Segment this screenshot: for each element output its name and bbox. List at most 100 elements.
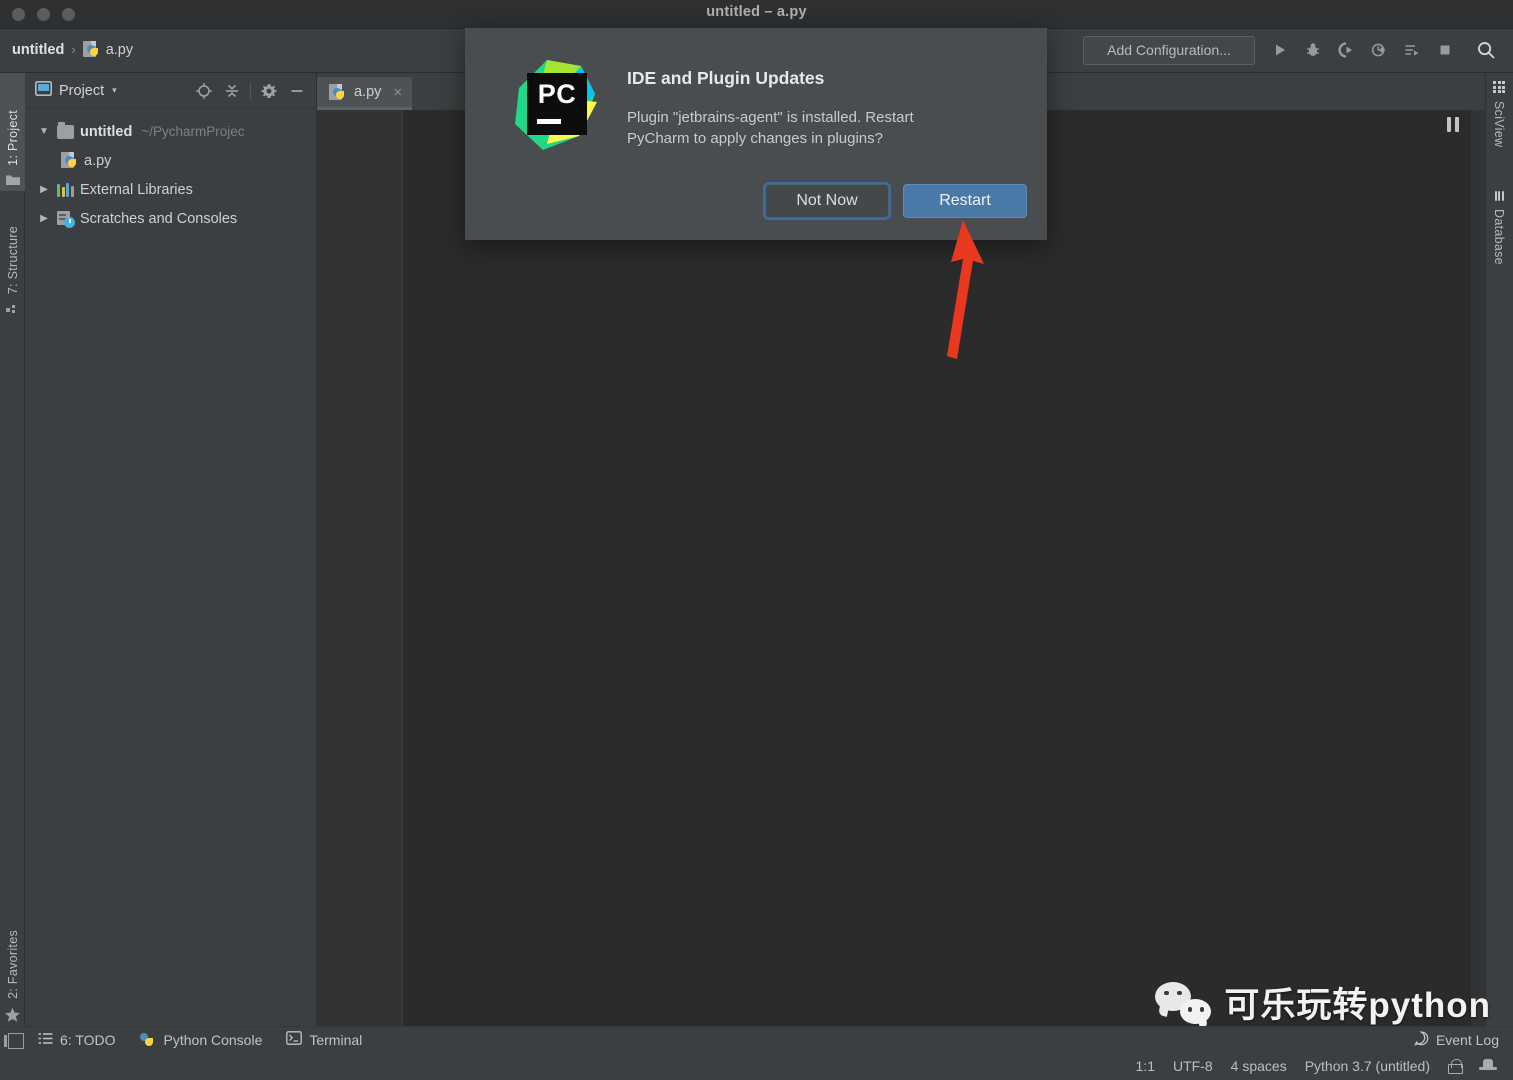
lock-icon[interactable] — [1448, 1058, 1463, 1074]
stop-icon[interactable] — [1430, 35, 1460, 65]
project-panel-header: Project ▾ — [25, 73, 316, 109]
left-tool-window-strip: 1: Project 7: Structure 2: Favorites — [0, 73, 25, 1028]
python-file-icon — [329, 83, 346, 101]
caret-position[interactable]: 1:1 — [1136, 1058, 1155, 1074]
sidebar-item-project-label: 1: Project — [5, 110, 20, 166]
run-tests-icon[interactable] — [1397, 35, 1427, 65]
ide-and-plugin-updates-dialog: PC IDE and Plugin Updates Plugin "jetbra… — [465, 28, 1047, 240]
not-now-button[interactable]: Not Now — [765, 184, 889, 218]
project-tool-window: Project ▾ ▼ untitled ~/PycharmProjec a.p… — [25, 73, 317, 1028]
bottom-tab-python-console[interactable]: Python Console — [139, 1031, 263, 1048]
profile-icon[interactable] — [1364, 35, 1394, 65]
add-configuration-button[interactable]: Add Configuration... — [1083, 35, 1255, 65]
run-with-coverage-icon[interactable] — [1331, 35, 1361, 65]
tree-node-path: ~/PycharmProjec — [141, 124, 245, 139]
sidebar-item-database-label: Database — [1492, 209, 1506, 265]
event-log-label: Event Log — [1435, 1031, 1499, 1048]
tree-node-untitled[interactable]: ▼ untitled ~/PycharmProjec — [31, 117, 316, 146]
collapse-all-icon[interactable] — [219, 78, 245, 104]
locate-target-icon[interactable] — [191, 78, 217, 104]
python-file-icon — [61, 152, 78, 169]
bottom-tab-todo-label: 6: TODO — [60, 1031, 116, 1048]
project-view-icon — [35, 81, 52, 100]
window-title-bar: untitled – a.py — [0, 0, 1513, 29]
tree-node-label: External Libraries — [80, 181, 193, 198]
tree-node-a-py[interactable]: a.py — [31, 146, 316, 175]
dialog-actions: Not Now Restart — [765, 184, 1027, 218]
todo-list-icon — [38, 1032, 53, 1048]
editor-body — [317, 110, 1485, 1028]
bottom-tab-terminal-label: Terminal — [309, 1031, 363, 1048]
pycharm-logo: PC — [507, 58, 603, 154]
dialog-title: IDE and Plugin Updates — [627, 68, 825, 88]
project-tree: ▼ untitled ~/PycharmProjec a.py ▶ Extern… — [25, 109, 316, 233]
sidebar-item-sciview-label: SciView — [1492, 101, 1506, 148]
debug-icon[interactable] — [1298, 35, 1328, 65]
editor-tab-label: a.py — [354, 84, 382, 100]
tree-node-external-libraries[interactable]: ▶ External Libraries — [31, 175, 316, 204]
watermark: 可乐玩转python — [1155, 977, 1491, 1028]
database-icon — [1494, 191, 1504, 201]
breadcrumb-project[interactable]: untitled — [12, 42, 64, 58]
tree-node-label: a.py — [84, 152, 112, 169]
window-title: untitled – a.py — [706, 4, 807, 20]
pycharm-window: untitled – a.py untitled › a.py Add Conf… — [0, 0, 1513, 1080]
grid-icon — [1493, 81, 1505, 93]
sidebar-item-database[interactable]: Database — [1485, 191, 1513, 269]
breadcrumb-separator: › — [71, 42, 76, 57]
sidebar-item-favorites[interactable]: 2: Favorites — [0, 893, 25, 1028]
bottom-tool-window-strip: 6: TODO Python Console Terminal Event Lo… — [0, 1026, 1513, 1052]
close-icon[interactable]: × — [393, 84, 402, 101]
wechat-icon — [1155, 981, 1212, 1024]
indent-setting[interactable]: 4 spaces — [1231, 1058, 1287, 1074]
twisty-icon[interactable]: ▼ — [37, 126, 51, 137]
red-arrow-pointing-to-restart — [947, 220, 984, 359]
run-toolbar-icons — [1265, 35, 1501, 65]
event-log-icon — [1414, 1031, 1429, 1049]
tree-node-label: untitled — [80, 123, 133, 140]
folder-icon — [57, 121, 74, 139]
twisty-icon[interactable]: ▶ — [37, 184, 51, 195]
watermark-text: 可乐玩转python — [1224, 986, 1491, 1025]
bottom-tab-todo[interactable]: 6: TODO — [38, 1032, 116, 1048]
bottom-tab-terminal[interactable]: Terminal — [286, 1031, 362, 1048]
editor-gutter[interactable] — [317, 110, 403, 1028]
sidebar-item-project[interactable]: 1: Project — [0, 73, 25, 191]
breadcrumb: untitled › a.py — [12, 41, 133, 58]
project-panel-title-label: Project — [59, 82, 105, 99]
search-everywhere-icon[interactable] — [1471, 35, 1501, 65]
minimize-icon[interactable] — [284, 78, 310, 104]
tree-node-scratches-and-consoles[interactable]: ▶ Scratches and Consoles — [31, 204, 316, 233]
run-icon[interactable] — [1265, 35, 1295, 65]
gear-icon[interactable] — [256, 78, 282, 104]
python-console-icon — [139, 1032, 157, 1048]
python-file-icon — [82, 41, 100, 58]
editor-scrollbar[interactable] — [1471, 110, 1485, 1028]
structure-icon — [5, 302, 20, 317]
project-panel-title[interactable]: Project ▾ — [35, 81, 117, 100]
sidebar-item-structure[interactable]: 7: Structure — [0, 199, 25, 319]
breadcrumb-file[interactable]: a.py — [82, 41, 133, 58]
chevron-down-icon[interactable]: ▾ — [112, 85, 117, 96]
sidebar-item-structure-label: 7: Structure — [5, 225, 20, 294]
inspection-hat-icon[interactable] — [1479, 1059, 1497, 1073]
bottom-tab-python-console-label: Python Console — [163, 1031, 263, 1048]
right-tool-window-strip: SciView Database — [1485, 73, 1513, 1028]
pycharm-logo-dash — [537, 119, 561, 124]
terminal-icon — [286, 1031, 303, 1048]
event-log-button[interactable]: Event Log — [1414, 1031, 1499, 1049]
project-panel-actions — [191, 78, 310, 104]
python-interpreter[interactable]: Python 3.7 (untitled) — [1305, 1058, 1430, 1074]
sidebar-item-sciview[interactable]: SciView — [1485, 81, 1513, 151]
restart-button[interactable]: Restart — [903, 184, 1027, 218]
pause-icon[interactable] — [1443, 113, 1463, 135]
dialog-message: Plugin "jetbrains-agent" is installed. R… — [627, 109, 914, 148]
editor-tab-a-py[interactable]: a.py × — [317, 77, 413, 110]
show-tool-windows-icon[interactable] — [4, 1033, 24, 1049]
scratches-icon — [57, 210, 75, 228]
status-bar: 1:1 UTF-8 4 spaces Python 3.7 (untitled) — [0, 1052, 1513, 1080]
sidebar-item-favorites-label: 2: Favorites — [5, 930, 20, 999]
divider — [250, 82, 251, 99]
twisty-icon[interactable]: ▶ — [37, 213, 51, 224]
file-encoding[interactable]: UTF-8 — [1173, 1058, 1213, 1074]
